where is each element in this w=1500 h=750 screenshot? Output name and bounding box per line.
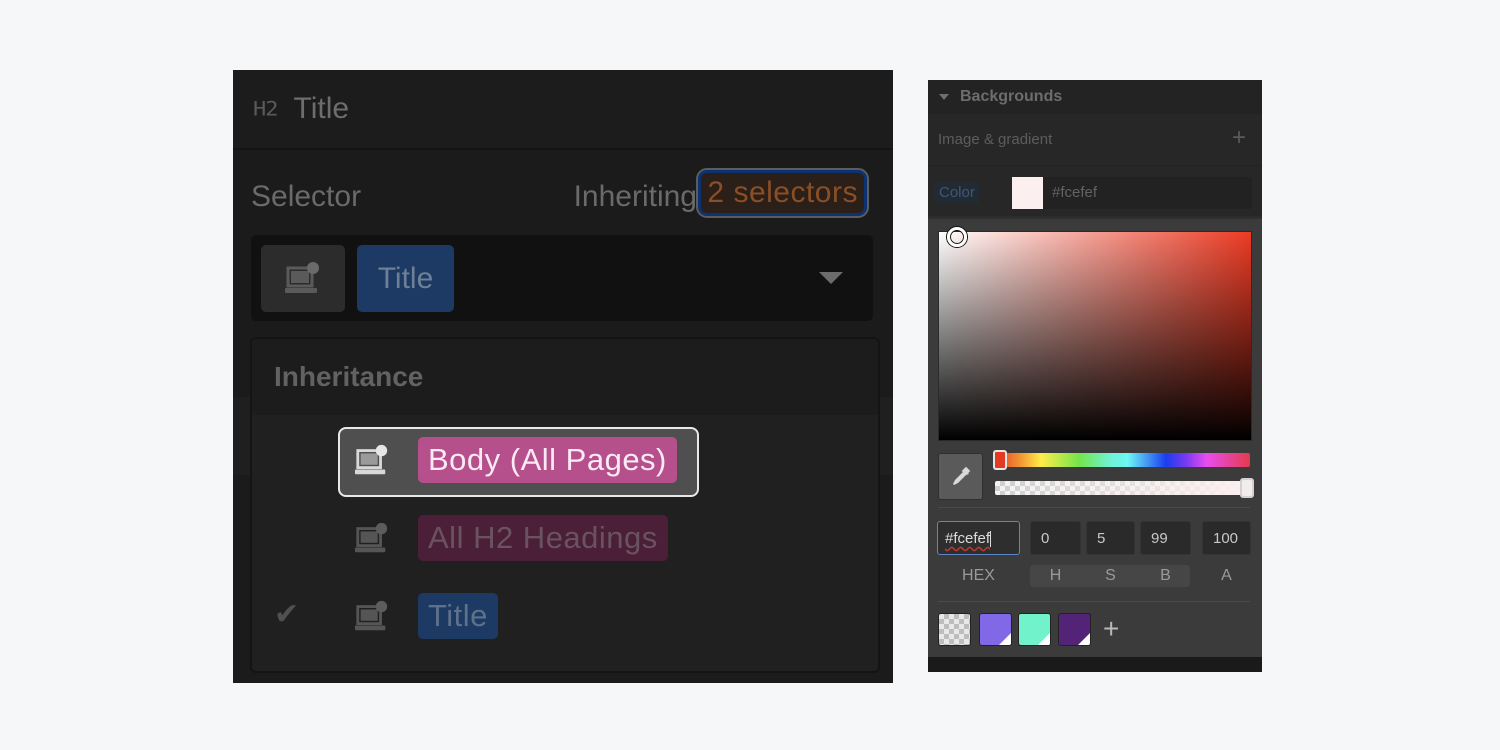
inheritance-item[interactable]: All H2 Headings bbox=[252, 505, 878, 575]
inheritance-popover: Inheritance Body (All Pages) All H2 Head… bbox=[250, 337, 880, 673]
backgrounds-panel: Backgrounds Image & gradient + Color #fc… bbox=[928, 80, 1262, 672]
inheritance-item[interactable]: ✔ Title bbox=[252, 583, 878, 653]
device-icon bbox=[354, 522, 388, 553]
selector-chip-h2-headings[interactable]: All H2 Headings bbox=[418, 515, 668, 561]
h-label: H bbox=[1049, 567, 1062, 584]
color-label: Color bbox=[935, 182, 979, 204]
panel-footer bbox=[928, 657, 1262, 672]
hue-input[interactable]: 0 bbox=[1030, 521, 1081, 555]
element-header: H2 Title bbox=[233, 70, 893, 150]
caret-down-icon[interactable] bbox=[939, 94, 949, 100]
hex-input[interactable]: #fcefef bbox=[937, 521, 1020, 555]
color-handle[interactable] bbox=[947, 227, 967, 247]
image-gradient-row: Image & gradient + bbox=[928, 114, 1262, 166]
color-field[interactable]: #fcefef bbox=[1012, 177, 1252, 209]
add-swatch-button[interactable]: + bbox=[1103, 613, 1119, 644]
section-title: Backgrounds bbox=[960, 88, 1063, 105]
selector-field[interactable]: Title bbox=[251, 235, 873, 321]
selector-chip-title[interactable]: Title bbox=[418, 593, 498, 639]
preset-swatch-transparent[interactable] bbox=[938, 613, 971, 646]
alpha-input[interactable]: 100 bbox=[1202, 521, 1251, 555]
selector-label: Selector bbox=[251, 180, 362, 213]
text-cursor bbox=[990, 531, 992, 548]
h2-tag-icon: H2 bbox=[253, 97, 278, 121]
checkmark-icon: ✔ bbox=[274, 598, 300, 631]
s-label: S bbox=[1105, 567, 1116, 584]
selector-panel: H2 Title Selector Inheriting 2 selectors… bbox=[233, 70, 893, 683]
device-button[interactable] bbox=[261, 245, 345, 312]
chevron-down-icon[interactable] bbox=[819, 272, 843, 284]
inheriting-selectors-button[interactable]: 2 selectors bbox=[696, 168, 869, 218]
divider bbox=[938, 507, 1250, 508]
hex-mode-label[interactable]: HEX bbox=[937, 567, 1020, 585]
preset-swatch-dark-purple[interactable] bbox=[1058, 613, 1091, 646]
selector-chip-title[interactable]: Title bbox=[357, 245, 454, 312]
alpha-slider-handle[interactable] bbox=[1240, 478, 1254, 498]
selector-row: Selector Inheriting 2 selectors bbox=[251, 168, 875, 220]
add-image-gradient-button[interactable]: + bbox=[1232, 124, 1246, 152]
inheritance-item[interactable]: Body (All Pages) bbox=[252, 427, 878, 497]
device-icon bbox=[285, 261, 319, 293]
eyedropper-button[interactable] bbox=[938, 453, 983, 500]
hex-input-value: #fcefef bbox=[945, 530, 991, 547]
alpha-slider[interactable] bbox=[995, 478, 1254, 498]
brightness-input[interactable]: 99 bbox=[1140, 521, 1191, 555]
divider bbox=[938, 601, 1250, 602]
element-title: Title bbox=[293, 92, 350, 125]
inheritance-header: Inheritance bbox=[252, 339, 878, 415]
selector-chip-body[interactable]: Body (All Pages) bbox=[418, 437, 677, 483]
color-picker: #fcefef 0 5 99 100 HEX H S B A + bbox=[928, 217, 1262, 659]
image-gradient-label: Image & gradient bbox=[938, 131, 1053, 148]
device-icon bbox=[354, 444, 388, 475]
saturation-brightness-area[interactable] bbox=[938, 227, 1252, 441]
inheriting-label: Inheriting bbox=[573, 180, 697, 213]
inheritance-title: Inheritance bbox=[274, 361, 424, 392]
eyedropper-icon bbox=[952, 466, 970, 485]
color-hex-value: #fcefef bbox=[1052, 184, 1098, 201]
hue-slider-handle[interactable] bbox=[993, 450, 1007, 470]
a-label: A bbox=[1221, 567, 1232, 584]
b-label: B bbox=[1160, 567, 1171, 584]
backgrounds-section-header[interactable]: Backgrounds bbox=[928, 80, 1262, 114]
saturation-input[interactable]: 5 bbox=[1086, 521, 1135, 555]
device-icon bbox=[354, 600, 388, 631]
color-row: Color #fcefef bbox=[928, 166, 1262, 216]
hue-slider[interactable] bbox=[993, 450, 1250, 470]
preset-swatch-purple[interactable] bbox=[979, 613, 1012, 646]
color-swatch[interactable] bbox=[1012, 177, 1043, 209]
preset-swatch-mint[interactable] bbox=[1018, 613, 1051, 646]
